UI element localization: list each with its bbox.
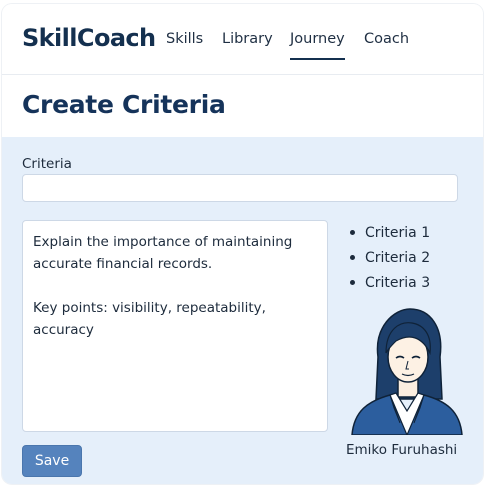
description-paragraph: Explain the importance of maintaining ac… — [33, 234, 293, 272]
bullet-icon — [350, 230, 355, 235]
app-logo[interactable]: SkillCoach — [22, 24, 156, 52]
criteria-item-label: Criteria 2 — [365, 250, 431, 266]
criteria-list: Criteria 1 Criteria 2 Criteria 3 — [348, 223, 430, 298]
criteria-list-item[interactable]: Criteria 1 — [348, 223, 430, 248]
top-navigation-bar: SkillCoach Skills Library Journey Coach — [2, 4, 483, 75]
nav-link-coach[interactable]: Coach — [364, 31, 409, 47]
page-title: Create Criteria — [22, 90, 226, 119]
app-window: SkillCoach Skills Library Journey Coach … — [2, 4, 483, 484]
page-header: Create Criteria — [2, 75, 483, 137]
criteria-input[interactable] — [22, 174, 458, 202]
criteria-list-item[interactable]: Criteria 3 — [348, 273, 430, 298]
nav-link-library[interactable]: Library — [222, 31, 273, 47]
criteria-item-label: Criteria 3 — [365, 275, 431, 291]
description-textarea[interactable]: Explain the importance of maintaining ac… — [22, 220, 328, 432]
coach-name: Emiko Furuhashi — [346, 442, 458, 458]
nav-link-skills[interactable]: Skills — [166, 31, 203, 47]
save-button[interactable]: Save — [22, 445, 82, 477]
coach-avatar-icon — [351, 308, 463, 435]
bullet-icon — [350, 255, 355, 260]
criteria-list-item[interactable]: Criteria 2 — [348, 248, 430, 273]
bullet-icon — [350, 280, 355, 285]
nav-link-journey[interactable]: Journey — [290, 31, 345, 60]
description-paragraph: Key points: visibility, repeatability, a… — [33, 300, 266, 338]
criteria-form-panel: Criteria Explain the importance of maint… — [2, 137, 483, 484]
criteria-field-label: Criteria — [22, 156, 72, 172]
criteria-item-label: Criteria 1 — [365, 225, 431, 241]
